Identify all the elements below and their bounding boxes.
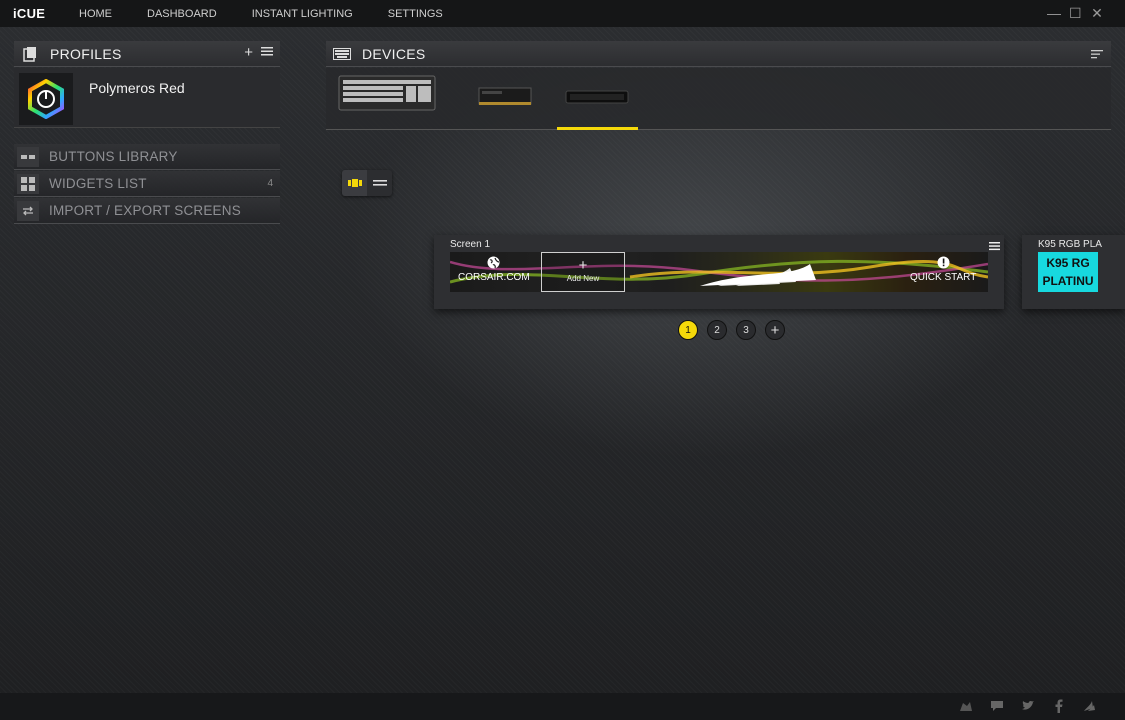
widgets-count: 4 — [267, 178, 273, 189]
corsair-sails-icon[interactable] — [1083, 699, 1097, 713]
buttons-library-row[interactable]: BUTTONS LIBRARY — [14, 144, 280, 170]
ipad-device-icon — [565, 90, 629, 104]
widgets-list-row[interactable]: WIDGETS LIST 4 — [14, 171, 280, 197]
profiles-title: PROFILES — [50, 45, 122, 62]
device-active-indicator — [557, 127, 638, 130]
device-strip — [326, 68, 1111, 130]
profiles-icon — [20, 45, 40, 63]
nav-dashboard[interactable]: DASHBOARD — [147, 8, 217, 20]
plus-icon: + — [578, 257, 588, 274]
nav-instant-lighting[interactable]: INSTANT LIGHTING — [252, 8, 353, 20]
devices-header: DEVICES — [326, 41, 1111, 67]
window-controls: — ☐ ✕ — [1047, 5, 1103, 21]
page-1-button[interactable]: 1 — [678, 320, 698, 340]
add-new-widget-button[interactable]: + Add New — [541, 252, 625, 292]
twitter-icon[interactable] — [1021, 699, 1035, 713]
sails-background-icon — [450, 259, 988, 286]
grid-view-icon[interactable] — [342, 170, 367, 196]
import-export-label: IMPORT / EXPORT SCREENS — [49, 203, 241, 218]
nav-home[interactable]: HOME — [79, 8, 112, 20]
profile-item[interactable]: Polymeros Red — [14, 68, 280, 128]
k95-tile-line1: K95 RG — [1046, 256, 1090, 270]
title-bar: iCUE HOME DASHBOARD INSTANT LIGHTING SET… — [0, 0, 1125, 27]
device-ipad[interactable] — [557, 74, 638, 130]
widgets-list-label: WIDGETS LIST — [49, 176, 147, 191]
page-2-button[interactable]: 2 — [707, 320, 727, 340]
next-screen-title: K95 RGB PLA — [1038, 239, 1102, 250]
page-3-button[interactable]: 3 — [736, 320, 756, 340]
import-export-row[interactable]: IMPORT / EXPORT SCREENS — [14, 198, 280, 224]
add-profile-icon[interactable]: + — [244, 44, 253, 61]
device-keyboard[interactable] — [338, 74, 438, 130]
device-memory[interactable] — [476, 74, 536, 130]
screen-title: Screen 1 — [450, 239, 491, 250]
status-bar — [0, 693, 1125, 720]
chat-icon[interactable] — [990, 699, 1004, 713]
profile-name: Polymeros Red — [89, 80, 185, 96]
k95-tile-line2: PLATINU — [1042, 274, 1094, 288]
corsair-link-label: CORSAIR.COM — [458, 272, 530, 283]
devices-title: DEVICES — [362, 45, 426, 62]
list-view-icon[interactable] — [367, 170, 392, 196]
minimize-icon[interactable]: — — [1047, 5, 1061, 21]
icue-profile-icon — [19, 73, 73, 125]
add-new-label: Add New — [566, 274, 600, 283]
nav-settings[interactable]: SETTINGS — [388, 8, 443, 20]
buttons-library-icon — [17, 146, 39, 167]
facebook-icon[interactable] — [1052, 699, 1066, 713]
next-screen-card[interactable]: K95 RGB PLA K95 RG PLATINU — [1022, 235, 1125, 309]
top-nav: HOME DASHBOARD INSTANT LIGHTING SETTINGS — [79, 8, 478, 20]
devices-menu-icon[interactable] — [1091, 47, 1103, 65]
screen-banner: CORSAIR.COM + Add New QUICK START — [450, 252, 988, 292]
screen-card[interactable]: Screen 1 CORSAIR.COM + Add New QUICK STA… — [434, 235, 1004, 309]
screen-menu-icon[interactable] — [989, 238, 1000, 256]
import-export-icon — [17, 200, 39, 221]
buttons-library-label: BUTTONS LIBRARY — [49, 149, 178, 164]
k95-widget-tile: K95 RG PLATINU — [1038, 252, 1098, 292]
quick-start-label: QUICK START — [910, 272, 977, 283]
profiles-menu-icon[interactable] — [261, 44, 273, 61]
keyboard-icon — [332, 45, 352, 63]
widgets-grid-icon — [17, 173, 39, 194]
alert-icon — [937, 256, 950, 269]
close-icon[interactable]: ✕ — [1091, 5, 1103, 21]
ios-app-icon[interactable] — [959, 699, 973, 713]
globe-icon — [487, 256, 500, 269]
add-page-icon[interactable]: + — [765, 320, 785, 340]
profiles-header: PROFILES + — [14, 41, 280, 67]
keyboard-device-icon — [338, 75, 436, 111]
view-toggle — [342, 170, 392, 196]
corsair-link-widget[interactable]: CORSAIR.COM — [458, 256, 530, 283]
app-logo: iCUE — [13, 6, 46, 21]
screen-pager: 1 2 3 + — [678, 320, 785, 340]
quick-start-widget[interactable]: QUICK START — [910, 256, 976, 283]
footer-icons — [959, 699, 1097, 713]
memory-device-icon — [478, 87, 532, 105]
maximize-icon[interactable]: ☐ — [1069, 5, 1082, 21]
